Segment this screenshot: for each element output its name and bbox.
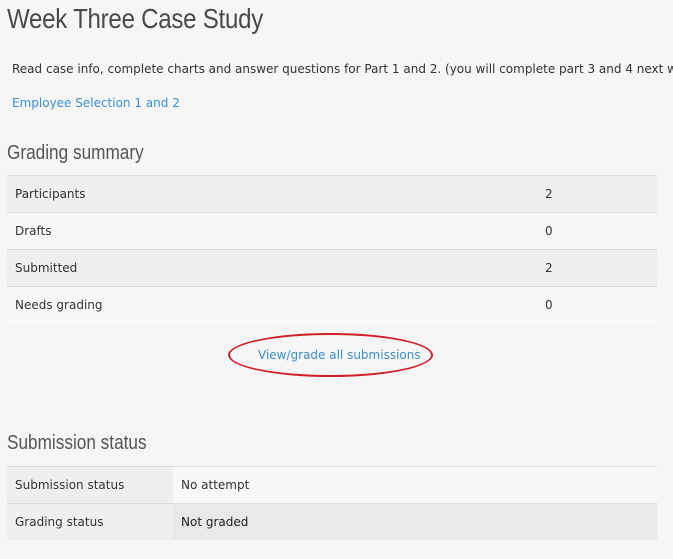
row-label: Submitted <box>7 249 537 287</box>
table-row: Drafts 0 <box>7 212 657 250</box>
table-row: Needs grading 0 <box>7 286 657 323</box>
table-row: Submission status No attempt <box>7 466 657 504</box>
submission-status-heading: Submission status <box>7 432 147 454</box>
table-row: Submitted 2 <box>7 249 657 287</box>
row-label: Grading status <box>7 503 173 540</box>
attachment-link[interactable]: Employee Selection 1 and 2 <box>12 96 180 110</box>
row-label: Submission status <box>7 466 173 504</box>
assignment-intro: Read case info, complete charts and answ… <box>12 62 673 76</box>
view-grade-all-submissions-link[interactable]: View/grade all submissions <box>258 348 421 362</box>
row-value: 0 <box>537 286 657 323</box>
table-row: Participants 2 <box>7 175 657 213</box>
row-value: Not graded <box>173 503 657 540</box>
row-value: 2 <box>537 249 657 287</box>
view-grade-wrapper: View/grade all submissions <box>228 333 433 377</box>
row-label: Drafts <box>7 212 537 250</box>
grading-summary-heading: Grading summary <box>7 142 144 164</box>
assignment-page: Week Three Case Study Read case info, co… <box>0 0 673 559</box>
table-row: Grading status Not graded <box>7 503 657 540</box>
row-value: No attempt <box>173 466 657 504</box>
grading-summary-table: Participants 2 Drafts 0 Submitted 2 Need… <box>7 175 657 323</box>
row-label: Needs grading <box>7 286 537 323</box>
submission-status-table: Submission status No attempt Grading sta… <box>7 466 657 540</box>
row-value: 0 <box>537 212 657 250</box>
row-label: Participants <box>7 175 537 213</box>
page-title: Week Three Case Study <box>7 3 264 34</box>
row-value: 2 <box>537 175 657 213</box>
